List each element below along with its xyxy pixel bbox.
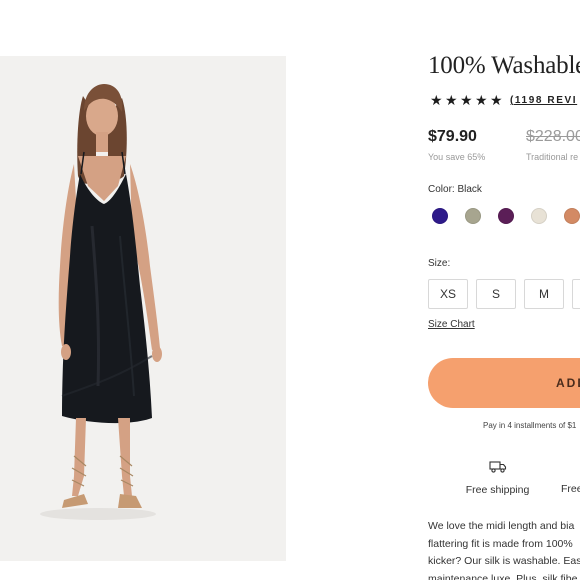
size-button-s[interactable]: S	[476, 279, 516, 309]
size-chart-link[interactable]: Size Chart	[428, 319, 475, 330]
truck-icon	[488, 461, 506, 473]
savings-text: You save 65%	[428, 152, 486, 162]
swatch-indigo[interactable]	[432, 208, 448, 224]
description-line: We love the midi length and bia	[428, 520, 575, 532]
star-icon: ★	[460, 92, 473, 108]
size-button-l[interactable]	[572, 279, 580, 309]
swatch-sage[interactable]	[465, 208, 481, 224]
size-label: Size:	[428, 258, 451, 269]
product-image[interactable]	[0, 56, 286, 561]
product-details: 100% Washable ★ ★ ★ ★ ★ (1198 REVI $79.9…	[428, 0, 580, 580]
star-icon: ★	[490, 92, 503, 108]
size-button-m[interactable]: M	[524, 279, 564, 309]
star-icon: ★	[430, 92, 443, 108]
traditional-retail-label: Traditional re	[526, 152, 579, 162]
description-line: maintenance luxe. Plus, silk fibe	[428, 572, 578, 580]
color-swatches	[432, 208, 580, 224]
swatch-cream[interactable]	[531, 208, 547, 224]
product-page: 100% Washable ★ ★ ★ ★ ★ (1198 REVI $79.9…	[0, 0, 580, 580]
color-label: Color: Black	[428, 184, 482, 195]
swatch-terracotta[interactable]	[564, 208, 580, 224]
free-shipping: Free shipping	[460, 460, 535, 498]
product-description: We love the midi length and bia flatteri…	[428, 518, 580, 580]
rating-row: ★ ★ ★ ★ ★ (1198 REVI	[430, 92, 577, 108]
size-button-xs[interactable]: XS	[428, 279, 468, 309]
description-line: kicker? Our silk is washable. Eas	[428, 555, 580, 567]
product-title: 100% Washable	[428, 52, 580, 79]
description-line: flattering fit is made from 100%	[428, 537, 573, 550]
add-to-cart-button[interactable]: ADD	[428, 358, 580, 408]
model-photo	[0, 56, 286, 561]
free-returns-label: Free	[561, 483, 580, 495]
free-shipping-label: Free shipping	[465, 484, 530, 496]
swatch-plum[interactable]	[498, 208, 514, 224]
installments-text: Pay in 4 installments of $1	[483, 421, 577, 430]
compare-price: $228.00	[526, 128, 580, 145]
reviews-link[interactable]: (1198 REVI	[510, 95, 577, 106]
star-icon: ★	[475, 92, 488, 108]
sale-price: $79.90	[428, 128, 477, 145]
star-icon: ★	[445, 92, 458, 108]
size-options: XS S M	[428, 279, 580, 309]
